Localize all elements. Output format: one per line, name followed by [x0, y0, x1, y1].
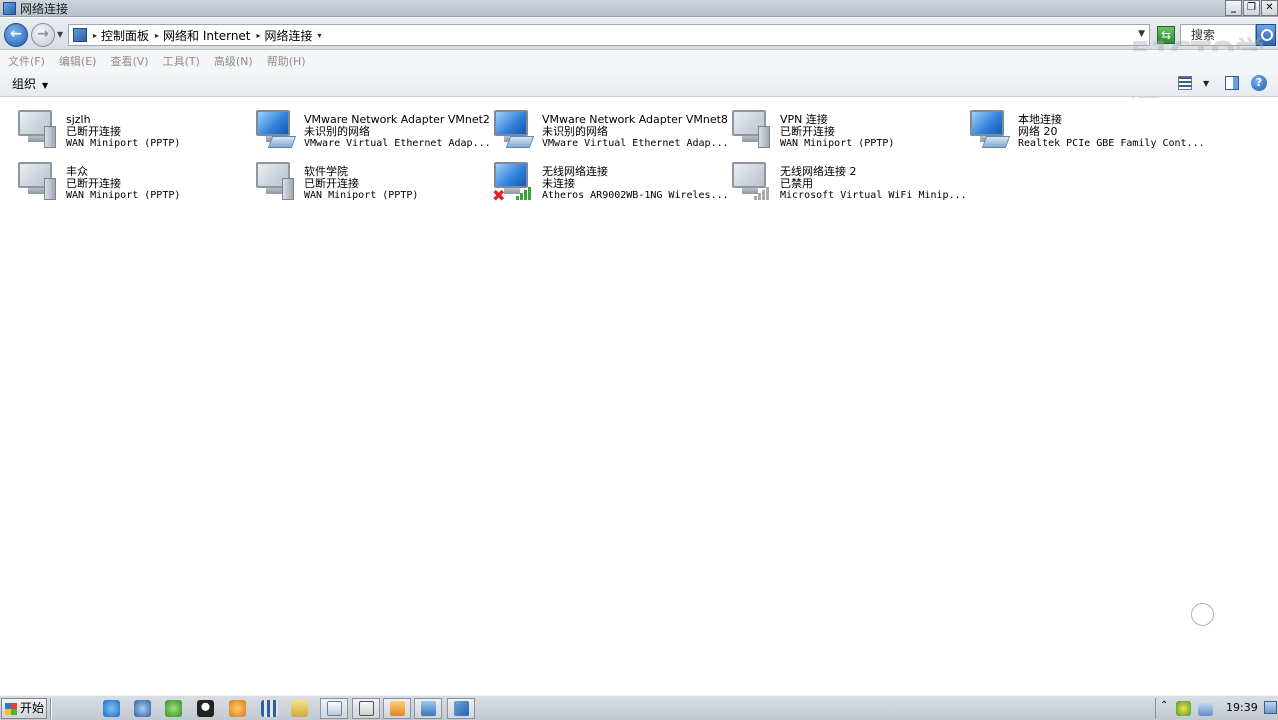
- connection-status: 未识别的网络: [304, 125, 370, 138]
- network-adapter-icon: [492, 104, 538, 150]
- chevron-down-icon: ▼: [42, 81, 49, 90]
- connection-status: 已断开连接: [780, 125, 835, 138]
- connection-status: 已断开连接: [66, 125, 121, 138]
- connection-item-software-college[interactable]: 软件学院 已断开连接 WAN Miniport (PPTP): [254, 156, 492, 206]
- preview-pane-icon[interactable]: [1225, 76, 1239, 90]
- grid-app-icon[interactable]: [261, 700, 278, 717]
- connection-status: 网络 20: [1018, 125, 1058, 138]
- connection-device: WAN Miniport (PPTP): [304, 190, 419, 201]
- organize-button[interactable]: 组织 ▼: [12, 75, 48, 92]
- dialup-computer-icon: [254, 156, 300, 202]
- menu-help[interactable]: 帮助(H): [267, 53, 306, 69]
- menu-file[interactable]: 文件(F): [8, 53, 45, 69]
- connection-status: 未连接: [542, 177, 575, 190]
- hourglass-icon: [359, 701, 374, 716]
- qq-icon[interactable]: [197, 700, 214, 717]
- breadcrumb-item-network-internet[interactable]: ▸ 网络和 Internet: [155, 27, 250, 44]
- close-button[interactable]: ✕: [1261, 0, 1278, 16]
- restore-button[interactable]: ❐: [1243, 0, 1260, 16]
- breadcrumb[interactable]: ▸ 控制面板 ▸ 网络和 Internet ▸ 网络连接 ▾ ▼: [68, 24, 1150, 46]
- browser-e-icon[interactable]: [165, 700, 182, 717]
- connection-status: 已断开连接: [66, 177, 121, 190]
- folder-icon[interactable]: [291, 700, 308, 717]
- wireless-disconnected-icon: ✖: [492, 156, 538, 205]
- taskbar-button-network-connections[interactable]: [447, 698, 475, 719]
- media-player-icon[interactable]: [134, 700, 151, 717]
- address-bar: ← → ▼ ▸ 控制面板 ▸ 网络和 Internet ▸ 网络连接 ▾ ▼ ⇆ 搜索: [0, 18, 1278, 50]
- taskbar: 开始 ⌃ 19:39: [0, 695, 1278, 720]
- clock[interactable]: 19:39: [1226, 701, 1258, 714]
- signal-strength-icon: [752, 186, 772, 200]
- show-desktop-icon[interactable]: [1264, 701, 1277, 714]
- connection-item-vmnet8[interactable]: VMware Network Adapter VMnet8 未识别的网络 VMw…: [492, 104, 730, 154]
- recent-pages-dropdown[interactable]: ▼: [57, 30, 63, 39]
- menu-view[interactable]: 查看(V): [110, 53, 148, 69]
- minimize-button[interactable]: _: [1225, 0, 1242, 16]
- menu-edit[interactable]: 编辑(E): [59, 53, 97, 69]
- disconnected-x-icon: ✖: [492, 186, 506, 205]
- title-bar: 网络连接 _ ❐ ✕: [0, 0, 1278, 17]
- help-icon[interactable]: ?: [1251, 75, 1267, 91]
- system-tray: ⌃ 19:39: [1155, 698, 1278, 719]
- view-options-dropdown[interactable]: ▼: [1203, 79, 1209, 88]
- connection-item-local[interactable]: 本地连接 网络 20 Realtek PCIe GBE Family Cont.…: [968, 104, 1206, 154]
- wireless-disabled-icon: [730, 156, 776, 202]
- network-adapter-icon: [254, 104, 300, 150]
- window-controls: _ ❐ ✕: [1224, 0, 1278, 16]
- signal-strength-icon: [514, 186, 534, 200]
- dialup-computer-icon: [16, 104, 62, 150]
- network-adapter-icon: [968, 104, 1014, 150]
- taskbar-button-busy[interactable]: [352, 698, 380, 719]
- menu-tools[interactable]: 工具(T): [163, 53, 200, 69]
- connection-device: VMware Virtual Ethernet Adap...: [304, 138, 491, 149]
- menu-bar: 文件(F) 编辑(E) 查看(V) 工具(T) 高级(N) 帮助(H): [0, 51, 1278, 70]
- window-title: 网络连接: [20, 1, 69, 16]
- connection-device: WAN Miniport (PPTP): [66, 190, 181, 201]
- app-icon[interactable]: [229, 700, 246, 717]
- connection-device: WAN Miniport (PPTP): [780, 138, 895, 149]
- cursor-indicator: [1191, 603, 1214, 626]
- connection-item-vpn[interactable]: VPN 连接 已断开连接 WAN Miniport (PPTP): [730, 104, 968, 154]
- connections-list: sjzlh 已断开连接 WAN Miniport (PPTP) VMware N…: [0, 98, 1278, 694]
- taskbar-button-document[interactable]: [320, 698, 348, 719]
- ie-icon[interactable]: [103, 700, 120, 717]
- connection-item-sjzlh[interactable]: sjzlh 已断开连接 WAN Miniport (PPTP): [16, 104, 254, 154]
- document-icon: [327, 701, 342, 716]
- tray-chevron-icon[interactable]: ⌃: [1160, 700, 1168, 711]
- taskbar-button-remote[interactable]: [414, 698, 442, 719]
- network-connections-icon: [3, 1, 16, 15]
- back-button[interactable]: ←: [4, 23, 28, 47]
- dialup-computer-icon: [730, 104, 776, 150]
- connection-status: 已禁用: [780, 177, 813, 190]
- menu-advanced[interactable]: 高级(N): [214, 53, 253, 69]
- breadcrumb-item-network-connections[interactable]: ▸ 网络连接 ▾: [257, 27, 326, 44]
- connection-item-fengzhong[interactable]: 丰众 已断开连接 WAN Miniport (PPTP): [16, 156, 254, 206]
- control-panel-icon: [73, 28, 87, 42]
- connection-device: Atheros AR9002WB-1NG Wireles...: [542, 190, 729, 201]
- connection-device: Realtek PCIe GBE Family Cont...: [1018, 138, 1205, 149]
- dialup-computer-icon: [16, 156, 62, 202]
- windows-logo-icon: [5, 702, 17, 715]
- change-view-icon[interactable]: [1178, 76, 1192, 90]
- command-bar: 组织 ▼ ▼ ?: [0, 70, 1278, 97]
- connection-device: WAN Miniport (PPTP): [66, 138, 181, 149]
- taskbar-button-app[interactable]: [383, 698, 411, 719]
- app-window-icon: [390, 701, 405, 716]
- forward-button[interactable]: →: [31, 23, 55, 47]
- network-connections-icon: [454, 701, 469, 716]
- breadcrumb-item-control-panel[interactable]: ▸ 控制面板: [93, 27, 149, 44]
- tray-app-icon[interactable]: [1176, 701, 1191, 716]
- connection-item-vmnet2[interactable]: VMware Network Adapter VMnet2 未识别的网络 VMw…: [254, 104, 492, 154]
- connection-status: 已断开连接: [304, 177, 359, 190]
- remote-desktop-icon: [421, 701, 436, 716]
- connection-item-wireless-2[interactable]: 无线网络连接 2 已禁用 Microsoft Virtual WiFi Mini…: [730, 156, 968, 206]
- connection-status: 未识别的网络: [542, 125, 608, 138]
- network-tray-icon[interactable]: [1198, 701, 1213, 716]
- start-button[interactable]: 开始: [1, 698, 47, 719]
- connection-item-wireless[interactable]: ✖ 无线网络连接 未连接 Atheros AR9002WB-1NG Wirele…: [492, 156, 730, 206]
- connection-device: Microsoft Virtual WiFi Minip...: [780, 190, 967, 201]
- connection-device: VMware Virtual Ethernet Adap...: [542, 138, 729, 149]
